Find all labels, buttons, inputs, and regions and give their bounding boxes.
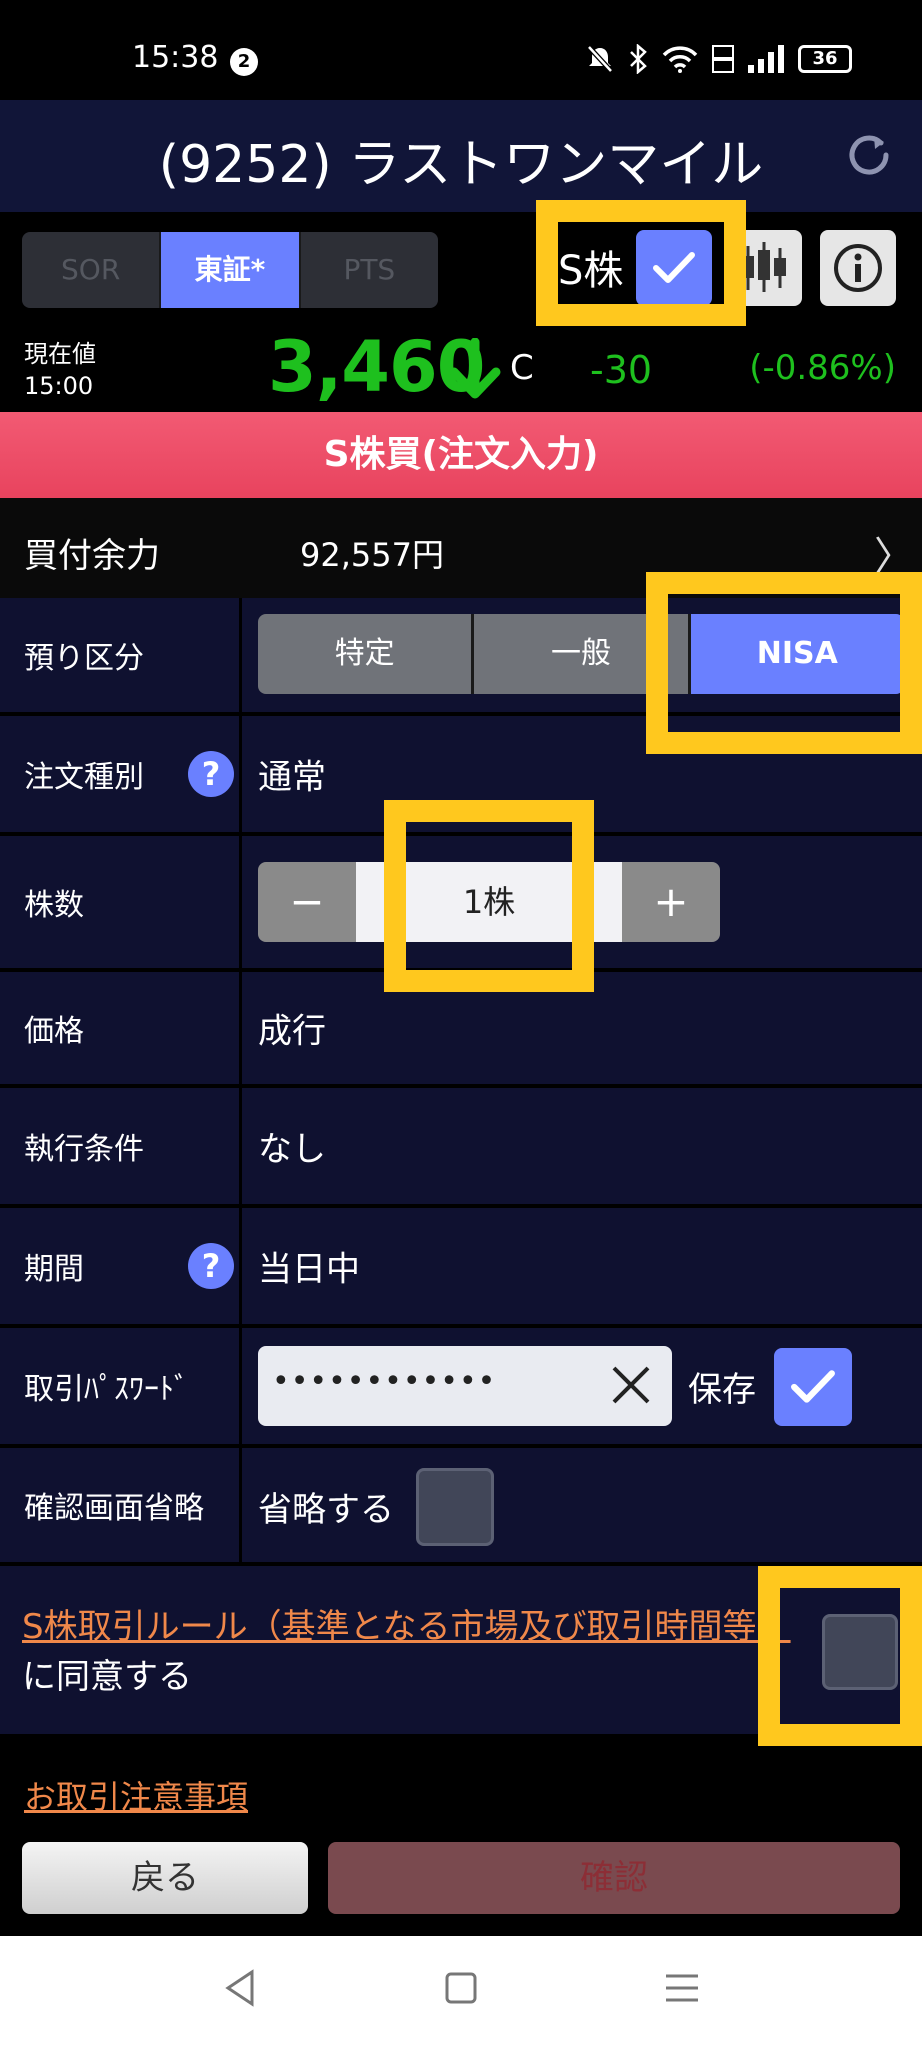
nav-back-icon[interactable] bbox=[222, 1968, 258, 2008]
agreement-row: S株取引ルール（基準となる市場及び取引時間等） に同意する bbox=[0, 1566, 922, 1734]
status-time: 15:38 bbox=[132, 40, 219, 75]
wifi-icon bbox=[662, 46, 698, 73]
mute-icon bbox=[587, 45, 613, 73]
password-row: 取引ﾊﾟｽﾜｰﾄﾞ •••••••••••• 保存 bbox=[0, 1328, 922, 1448]
check-icon bbox=[653, 252, 695, 283]
quantity-input[interactable]: 1株 bbox=[356, 862, 622, 942]
current-price-label: 現在値 bbox=[24, 340, 96, 368]
nav-menu-icon[interactable] bbox=[664, 1968, 700, 2008]
info-button[interactable] bbox=[820, 230, 896, 306]
skip-confirm-row: 確認画面省略 省略する bbox=[0, 1448, 922, 1566]
account-type-label: 預り区分 bbox=[24, 641, 144, 676]
order-type-row: 注文種別 ? 通常 bbox=[0, 716, 922, 836]
period-label: 期間 bbox=[24, 1252, 84, 1287]
buying-power-label: 買付余力 bbox=[24, 536, 160, 576]
clear-icon[interactable] bbox=[606, 1360, 656, 1410]
down-arrow-icon bbox=[449, 338, 501, 399]
period-row: 期間 ? 当日中 bbox=[0, 1208, 922, 1328]
order-header: S株買(注文入力) bbox=[0, 412, 922, 498]
price-change: -30 bbox=[590, 348, 653, 392]
trading-notice-link[interactable]: お取引注意事項 bbox=[24, 1772, 248, 1818]
agreement-checkbox[interactable] bbox=[822, 1614, 898, 1690]
title-bar: (9252) ラストワンマイル bbox=[0, 100, 922, 212]
price-label: 価格 bbox=[24, 1014, 84, 1049]
quantity-stepper: − 1株 + bbox=[258, 862, 720, 942]
increment-button[interactable]: + bbox=[622, 862, 720, 942]
quote-bar: 現在値 15:00 3,460 C -30 (-0.86%) bbox=[0, 322, 922, 412]
candlestick-chart-icon bbox=[742, 242, 786, 292]
account-option-nisa[interactable]: NISA bbox=[690, 614, 904, 694]
system-nav-bar bbox=[0, 1936, 922, 2048]
status-icons: 36 bbox=[586, 44, 852, 74]
account-option-tokutei[interactable]: 特定 bbox=[258, 614, 475, 694]
info-icon bbox=[834, 244, 882, 292]
help-icon[interactable]: ? bbox=[188, 751, 234, 797]
tab-tse[interactable]: 東証* bbox=[161, 232, 301, 308]
price-time: 15:00 bbox=[24, 372, 94, 400]
shares-row: 株数 − 1株 + bbox=[0, 836, 922, 972]
trading-rules-link[interactable]: S株取引ルール（基準となる市場及び取引時間等） bbox=[22, 1607, 791, 1647]
notification-badge: 2 bbox=[230, 48, 258, 76]
price-row: 価格 成行 bbox=[0, 972, 922, 1088]
condition-row: 執行条件 なし bbox=[0, 1088, 922, 1208]
battery-icon: 36 bbox=[798, 45, 852, 73]
nav-home-icon[interactable] bbox=[443, 1968, 479, 2008]
account-type-row: 預り区分 特定 一般 NISA bbox=[0, 598, 922, 716]
bluetooth-icon bbox=[630, 44, 647, 74]
period-value[interactable]: 当日中 bbox=[258, 1242, 360, 1291]
back-button[interactable]: 戻る bbox=[22, 1842, 308, 1914]
s-kabu-label: S株 bbox=[558, 248, 624, 294]
password-field[interactable]: •••••••••••• bbox=[258, 1346, 672, 1426]
toolbar: SOR 東証* PTS S株 bbox=[0, 212, 922, 322]
order-type-value[interactable]: 通常 bbox=[258, 750, 326, 799]
price-change-percent: (-0.86%) bbox=[749, 348, 896, 388]
decrement-button[interactable]: − bbox=[258, 862, 356, 942]
status-bar: 15:38 2 36 bbox=[0, 0, 922, 100]
agreement-suffix: に同意する bbox=[22, 1657, 192, 1697]
buying-power-value: 92,557円 bbox=[300, 536, 444, 574]
condition-label: 執行条件 bbox=[24, 1132, 144, 1167]
refresh-icon[interactable] bbox=[844, 130, 894, 180]
condition-value[interactable]: なし bbox=[258, 1122, 326, 1171]
page-title: (9252) ラストワンマイル bbox=[158, 135, 764, 195]
confirm-button[interactable]: 確認 bbox=[328, 1842, 900, 1914]
password-value: •••••••••••• bbox=[272, 1364, 497, 1399]
chart-button[interactable] bbox=[726, 230, 802, 306]
price-value[interactable]: 成行 bbox=[258, 1004, 326, 1053]
order-type-label: 注文種別 bbox=[24, 760, 144, 795]
tab-sor[interactable]: SOR bbox=[22, 232, 162, 308]
help-icon[interactable]: ? bbox=[188, 1243, 234, 1289]
check-icon bbox=[791, 1370, 835, 1403]
skip-confirm-label: 確認画面省略 bbox=[24, 1491, 204, 1526]
account-option-ippan[interactable]: 一般 bbox=[474, 614, 691, 694]
price-marker: C bbox=[510, 348, 534, 388]
save-password-label: 保存 bbox=[688, 1370, 756, 1410]
tab-pts[interactable]: PTS bbox=[301, 232, 438, 308]
signal-icon bbox=[748, 45, 784, 73]
s-kabu-checkbox[interactable] bbox=[636, 230, 712, 306]
skip-confirm-option-label: 省略する bbox=[258, 1490, 394, 1530]
shares-label: 株数 bbox=[24, 888, 84, 923]
account-type-selector: 特定 一般 NISA bbox=[258, 614, 904, 694]
skip-confirm-checkbox[interactable] bbox=[416, 1468, 494, 1546]
buying-power-row[interactable]: 買付余力 92,557円 〉 bbox=[0, 498, 922, 598]
password-label: 取引ﾊﾟｽﾜｰﾄﾞ bbox=[24, 1372, 189, 1407]
save-password-checkbox[interactable] bbox=[774, 1348, 852, 1426]
market-tabs: SOR 東証* PTS bbox=[22, 232, 438, 308]
volte-icon bbox=[712, 45, 734, 73]
chevron-right-icon[interactable]: 〉 bbox=[874, 524, 914, 582]
